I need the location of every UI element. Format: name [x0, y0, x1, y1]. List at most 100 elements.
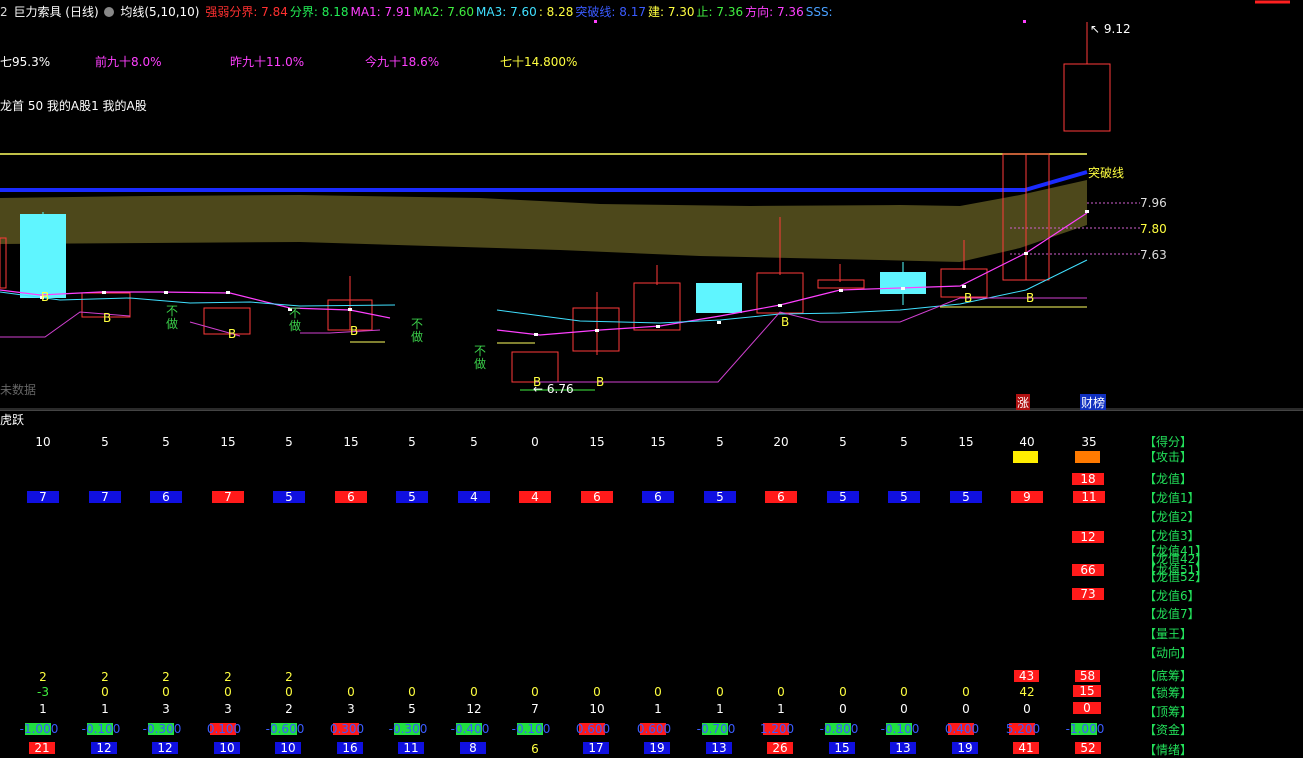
score-cell: 15 [220, 435, 236, 449]
indicator-value: 方向: 7.36 [745, 5, 804, 19]
dingchou-cell: 0 [1023, 702, 1031, 716]
zijin-value: 0.300 [329, 722, 365, 736]
caibang-marker[interactable]: 财榜 [1080, 394, 1107, 411]
indicator-label: 【底筹】 [1144, 669, 1193, 683]
indicator-value: 分界: 8.18 [289, 5, 349, 19]
high-price-value: 9.12 [1103, 22, 1131, 36]
score-cell: 15 [589, 435, 605, 449]
indicator-label: 【资金】 [1144, 723, 1193, 737]
no-trade-char: 做 [288, 319, 301, 333]
dichou-cell: 2 [285, 670, 293, 684]
dingchou-cell: 1 [101, 702, 109, 716]
indicator-label: 【龙值52】 [1144, 570, 1208, 584]
long1-cell: 7 [212, 491, 244, 503]
suochou-cell: 0 [101, 685, 109, 699]
buy-signal-label: B [533, 375, 542, 389]
suochou-cell: 0 [593, 685, 601, 699]
buy-signal-label: B [596, 375, 605, 389]
zijin-cell: 0.100 [207, 723, 241, 735]
zijin-value: -0.300 [388, 722, 428, 736]
indicator-value: MA3: 7.60 [476, 5, 537, 19]
level-label-2: 7.80 [1140, 222, 1167, 236]
indicator-value: SSS: [805, 5, 833, 19]
zijin-value: 5.200 [1005, 722, 1041, 736]
zijin-value: 0.100 [206, 722, 242, 736]
indicator-panel[interactable]: 虎跃 10 5 5 15 5 15 5 5 0 15 15 5 20 5 5 15 40 35 18 7 7 6 7 5 6 5 4… [0, 410, 1303, 757]
indicator-label: 【龙值7】 [1144, 607, 1200, 621]
score-cell: 15 [343, 435, 359, 449]
stat-item: 七95.3% [0, 55, 51, 69]
score-cell: 5 [900, 435, 908, 449]
buy-signal-label: B [964, 291, 973, 305]
attack-bar [1075, 451, 1100, 463]
suochou-cell: 0 [531, 685, 539, 699]
score-cell: 15 [650, 435, 666, 449]
indicator-label: 【龙值2】 [1144, 510, 1200, 524]
zijin-value: 0.400 [944, 722, 980, 736]
indicator-label: 【顶筹】 [1144, 705, 1193, 719]
stat-item: 前九十8.0% [95, 55, 162, 69]
qingxu-cell: 19 [644, 742, 670, 754]
suochou-cell: 0 [839, 685, 847, 699]
chevron-down-icon[interactable] [104, 7, 115, 17]
level-label-3: 7.63 [1140, 248, 1167, 262]
top-marker [1023, 20, 1026, 23]
suochou-cell: 0 [716, 685, 724, 699]
long1-cell: 5 [888, 491, 920, 503]
low-price-value: 6.76 [546, 382, 574, 396]
score-cell: 5 [470, 435, 478, 449]
zijin-value: -0.100 [81, 722, 121, 736]
zijin-cell: -1.000 [20, 723, 58, 735]
stat-item: 七十14.800% [500, 55, 578, 69]
score-cell: 35 [1081, 435, 1097, 449]
qingxu-cell: 21 [29, 742, 55, 754]
suochou-cell: 0 [224, 685, 232, 699]
zijin-cell: -0.300 [143, 723, 181, 735]
zijin-value: 1.200 [759, 722, 795, 736]
qingxu-cell: 13 [890, 742, 916, 754]
trend-band [0, 180, 1087, 262]
long1-cell: 5 [273, 491, 305, 503]
zijin-cell: 0.600 [576, 723, 610, 735]
buy-signal-label: B [41, 290, 50, 304]
zijin-cell: -0.800 [820, 723, 858, 735]
suochou-cell: 0 [285, 685, 293, 699]
long1-cell: 6 [335, 491, 367, 503]
long1-cell: 7 [89, 491, 121, 503]
zijin-cell: 0.400 [945, 723, 979, 735]
long1-cell: 5 [950, 491, 982, 503]
score-cell: 5 [162, 435, 170, 449]
kline-panel[interactable]: 2 巨力索具 (日线) 均线(5,10,10) 强弱分界: 7.84 分界: 8.… [0, 0, 1303, 411]
dingchou-cell: 1 [716, 702, 724, 716]
dichou-cell: 2 [101, 670, 109, 684]
indicator-value: 强弱分界: 7.84 [205, 5, 288, 19]
dingchou-cell: 1 [777, 702, 785, 716]
buy-signal-label: B [103, 311, 112, 325]
zhang-marker[interactable]: 涨 [1016, 394, 1031, 411]
score-cell: 5 [408, 435, 416, 449]
no-trade-label: 不做 [410, 318, 424, 344]
buy-signal-label: B [350, 324, 359, 338]
suochou-cell: 0 [962, 685, 970, 699]
ma-label[interactable]: 均线(5,10,10) [120, 5, 199, 19]
stock-title[interactable]: 巨力索具 (日线) [13, 5, 98, 19]
indicator-label: 【情绪】 [1144, 743, 1193, 757]
zijin-cell: -0.100 [881, 723, 919, 735]
top-marker [594, 20, 597, 23]
indicator-label: 【锁筹】 [1144, 686, 1193, 700]
zijin-value: -0.300 [142, 722, 182, 736]
score-cell: 10 [35, 435, 51, 449]
dingchou-cell: 3 [347, 702, 355, 716]
no-trade-label: 不做 [288, 307, 302, 333]
qingxu-cell: 52 [1075, 742, 1101, 754]
dingchou-cell: 12 [466, 702, 482, 716]
long6-cell: 73 [1072, 588, 1104, 600]
indicator-value: MA1: 7.91 [350, 5, 412, 19]
qingxu-cell: 12 [91, 742, 117, 754]
long1-cell: 4 [458, 491, 490, 503]
zijin-cell: -1.000 [1066, 723, 1104, 735]
zijin-value: -0.400 [450, 722, 490, 736]
suochou-cell: -3 [37, 685, 49, 699]
dingchou-cell: 0 [839, 702, 847, 716]
score-cell: 40 [1019, 435, 1035, 449]
